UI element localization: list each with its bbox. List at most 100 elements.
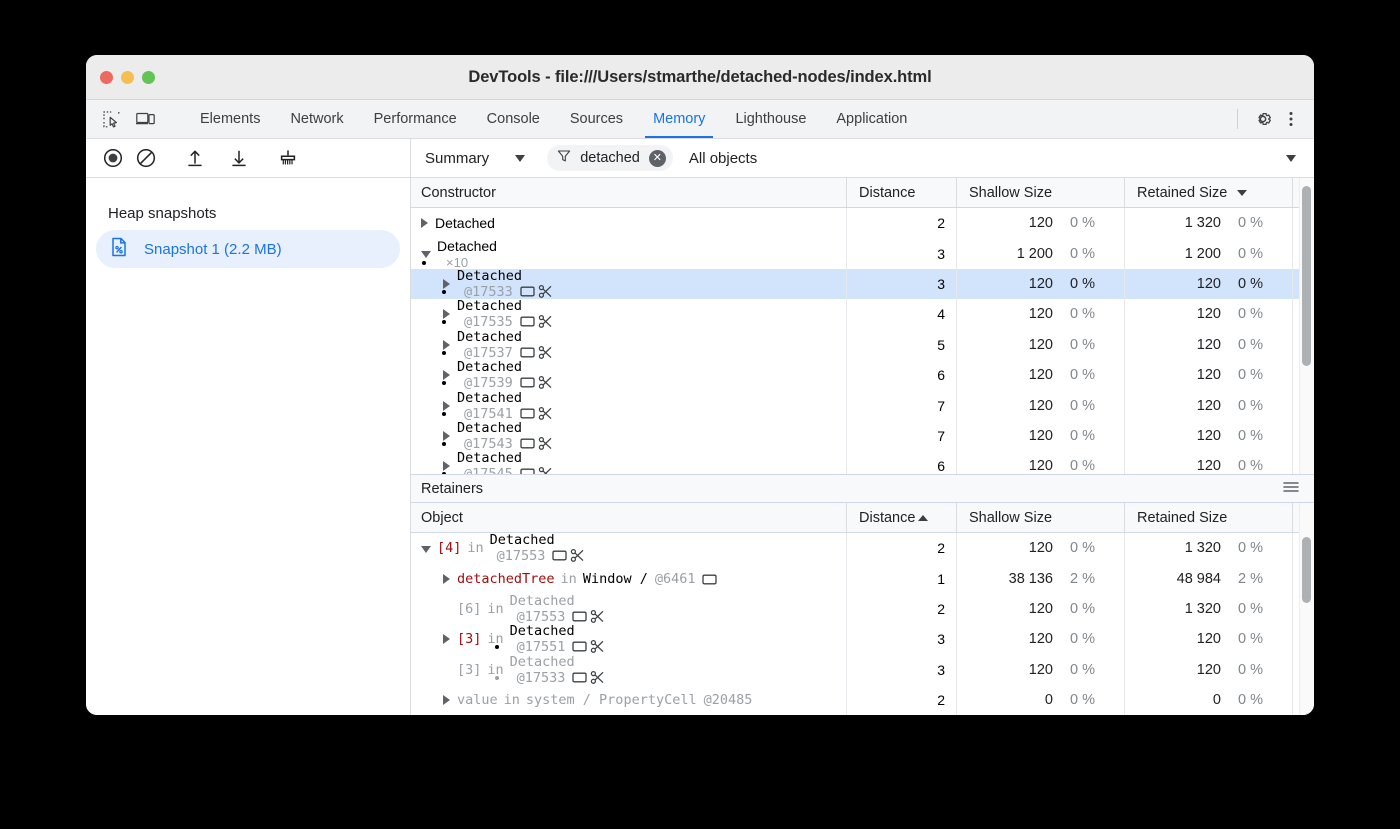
constructor-cell: Detached <box>411 208 847 238</box>
clear-filter-icon[interactable]: ✕ <box>649 150 666 167</box>
expander-expanded-icon[interactable] <box>421 251 431 258</box>
class-filter-input[interactable]: detached ✕ <box>547 145 673 171</box>
dom-node-icon <box>702 571 717 587</box>
column-header-retained-size[interactable]: Retained Size <box>1125 178 1293 207</box>
constructor-cell: Detached @17537 <box>411 330 847 360</box>
node-badges <box>520 314 553 329</box>
tab-sources[interactable]: Sources <box>555 100 638 138</box>
retainers-scrollbar-gutter[interactable] <box>1299 503 1314 715</box>
expander-collapsed-icon[interactable] <box>443 634 450 644</box>
retained-size-cell: 1 3200 % <box>1125 208 1293 238</box>
retainer-object-id: @17533 <box>517 670 566 685</box>
shallow-size-cell-value: 0 <box>957 692 1053 708</box>
inspect-element-icon[interactable] <box>98 106 124 132</box>
shallow-size-cell-value: 1 200 <box>957 246 1053 262</box>
load-profile-icon[interactable] <box>182 145 208 171</box>
zoom-window-button[interactable] <box>142 71 155 84</box>
retainer-row[interactable]: detachedTreeinWindow /@6461138 1362 %48 … <box>411 563 1314 593</box>
constructor-cell: Detached @17543 <box>411 421 847 451</box>
constructor-object-id: @17533 <box>464 284 513 299</box>
shallow-size-cell: 1200 % <box>957 421 1125 451</box>
retained-size-cell-value: 1 320 <box>1125 540 1221 556</box>
retainer-row[interactable]: [4]inDetached @1755321200 %1 3200 % <box>411 533 1314 563</box>
shallow-size-cell-percent: 0 % <box>1053 631 1105 647</box>
column-header-retained-size[interactable]: Retained Size <box>1125 503 1293 532</box>
device-toolbar-icon[interactable] <box>132 106 158 132</box>
constructor-row[interactable]: Detached ×1031 2000 %1 2000 % <box>411 238 1314 268</box>
retained-size-cell: 1 3200 % <box>1125 594 1293 624</box>
constructor-row[interactable]: Detached @1754561200 %1200 % <box>411 451 1314 474</box>
retained-size-cell-percent: 0 % <box>1221 458 1273 474</box>
tab-network[interactable]: Network <box>275 100 358 138</box>
expander-expanded-icon[interactable] <box>421 546 431 553</box>
constructor-scrollbar-thumb[interactable] <box>1302 186 1311 366</box>
constructor-grid[interactable]: Constructor Distance Shallow Size Retain… <box>411 178 1314 474</box>
constructor-row[interactable]: Detached 21200 %1 3200 % <box>411 208 1314 238</box>
sidebar-item-snapshot-1[interactable]: Snapshot 1 (2.2 MB) <box>96 230 400 268</box>
column-header-distance[interactable]: Distance <box>847 178 957 207</box>
view-mode-select[interactable]: Summary <box>425 150 537 167</box>
column-header-shallow-size[interactable]: Shallow Size <box>957 503 1125 532</box>
column-header-object[interactable]: Object <box>411 503 847 532</box>
dom-node-icon <box>520 345 535 360</box>
shallow-size-cell: 38 1362 % <box>957 563 1125 593</box>
retainer-row[interactable]: [3]inDetached @1753331200 %1200 % <box>411 655 1314 685</box>
node-badges <box>702 571 717 587</box>
expander-collapsed-icon[interactable] <box>443 695 450 705</box>
dom-node-icon <box>520 436 535 451</box>
constructor-row[interactable]: Detached @1753541200 %1200 % <box>411 299 1314 329</box>
retainer-row[interactable]: valueinsystem / PropertyCell@20485200 %0… <box>411 685 1314 715</box>
constructor-row[interactable]: Detached @1754171200 %1200 % <box>411 390 1314 420</box>
close-window-button[interactable] <box>100 71 113 84</box>
column-header-distance[interactable]: Distance <box>847 503 957 532</box>
distance-cell: 2 <box>847 594 957 624</box>
expander-collapsed-icon[interactable] <box>443 574 450 584</box>
retainer-row[interactable]: [6]inDetached @1755321200 %1 3200 % <box>411 594 1314 624</box>
retainers-grid[interactable]: Object Distance Shallow Size Retained Si… <box>411 503 1314 715</box>
traffic-lights <box>86 71 155 84</box>
constructor-row[interactable]: Detached @1753961200 %1200 % <box>411 360 1314 390</box>
distance-cell: 6 <box>847 360 957 390</box>
clear-icon[interactable] <box>133 145 159 171</box>
hamburger-menu-icon[interactable] <box>1282 480 1300 498</box>
tab-elements[interactable]: Elements <box>185 100 275 138</box>
constructor-object-id: @17537 <box>464 345 513 360</box>
distance-cell: 3 <box>847 624 957 654</box>
constructor-row[interactable]: Detached @1753751200 %1200 % <box>411 330 1314 360</box>
shallow-size-cell-percent: 0 % <box>1053 398 1105 414</box>
shallow-size-cell-value: 38 136 <box>957 571 1053 587</box>
objects-scope-select[interactable]: All objects <box>673 150 1314 167</box>
save-profile-icon[interactable] <box>226 145 252 171</box>
constructor-row[interactable]: Detached @1754371200 %1200 % <box>411 421 1314 451</box>
sidebar-item-label: Snapshot 1 (2.2 MB) <box>144 241 282 258</box>
retained-size-cell: 1200 % <box>1125 451 1293 474</box>
tab-application[interactable]: Application <box>821 100 922 138</box>
record-icon[interactable] <box>100 145 126 171</box>
tab-memory[interactable]: Memory <box>638 100 720 138</box>
retained-size-cell: 48 9842 % <box>1125 563 1293 593</box>
retainers-grid-rows: [4]inDetached @1755321200 %1 3200 %detac… <box>411 533 1314 715</box>
retained-size-cell: 1200 % <box>1125 421 1293 451</box>
minimize-window-button[interactable] <box>121 71 134 84</box>
constructor-row[interactable]: Detached @1753331200 %1200 % <box>411 269 1314 299</box>
scissors-icon <box>590 670 605 685</box>
tab-performance[interactable]: Performance <box>359 100 472 138</box>
retainer-object-name: Detached @17533 <box>510 655 606 685</box>
column-header-constructor[interactable]: Constructor <box>411 178 847 207</box>
tab-console[interactable]: Console <box>472 100 555 138</box>
node-badges <box>520 466 553 474</box>
column-header-shallow-size[interactable]: Shallow Size <box>957 178 1125 207</box>
more-vertical-icon[interactable] <box>1278 106 1304 132</box>
retainers-scrollbar-thumb[interactable] <box>1302 537 1311 603</box>
collect-garbage-icon[interactable] <box>275 145 301 171</box>
shallow-size-cell: 1200 % <box>957 533 1125 563</box>
object-cell: [3]inDetached @17533 <box>411 655 847 685</box>
expander-collapsed-icon[interactable] <box>421 218 428 228</box>
sort-ascending-icon <box>918 515 928 521</box>
retainer-row[interactable]: [3]inDetached @1755131200 %1200 % <box>411 624 1314 654</box>
retainer-property-name: [6] <box>457 601 481 617</box>
gear-icon[interactable] <box>1250 106 1276 132</box>
tab-lighthouse[interactable]: Lighthouse <box>720 100 821 138</box>
retained-size-cell-value: 120 <box>1125 398 1221 414</box>
retained-size-cell-percent: 0 % <box>1221 601 1273 617</box>
